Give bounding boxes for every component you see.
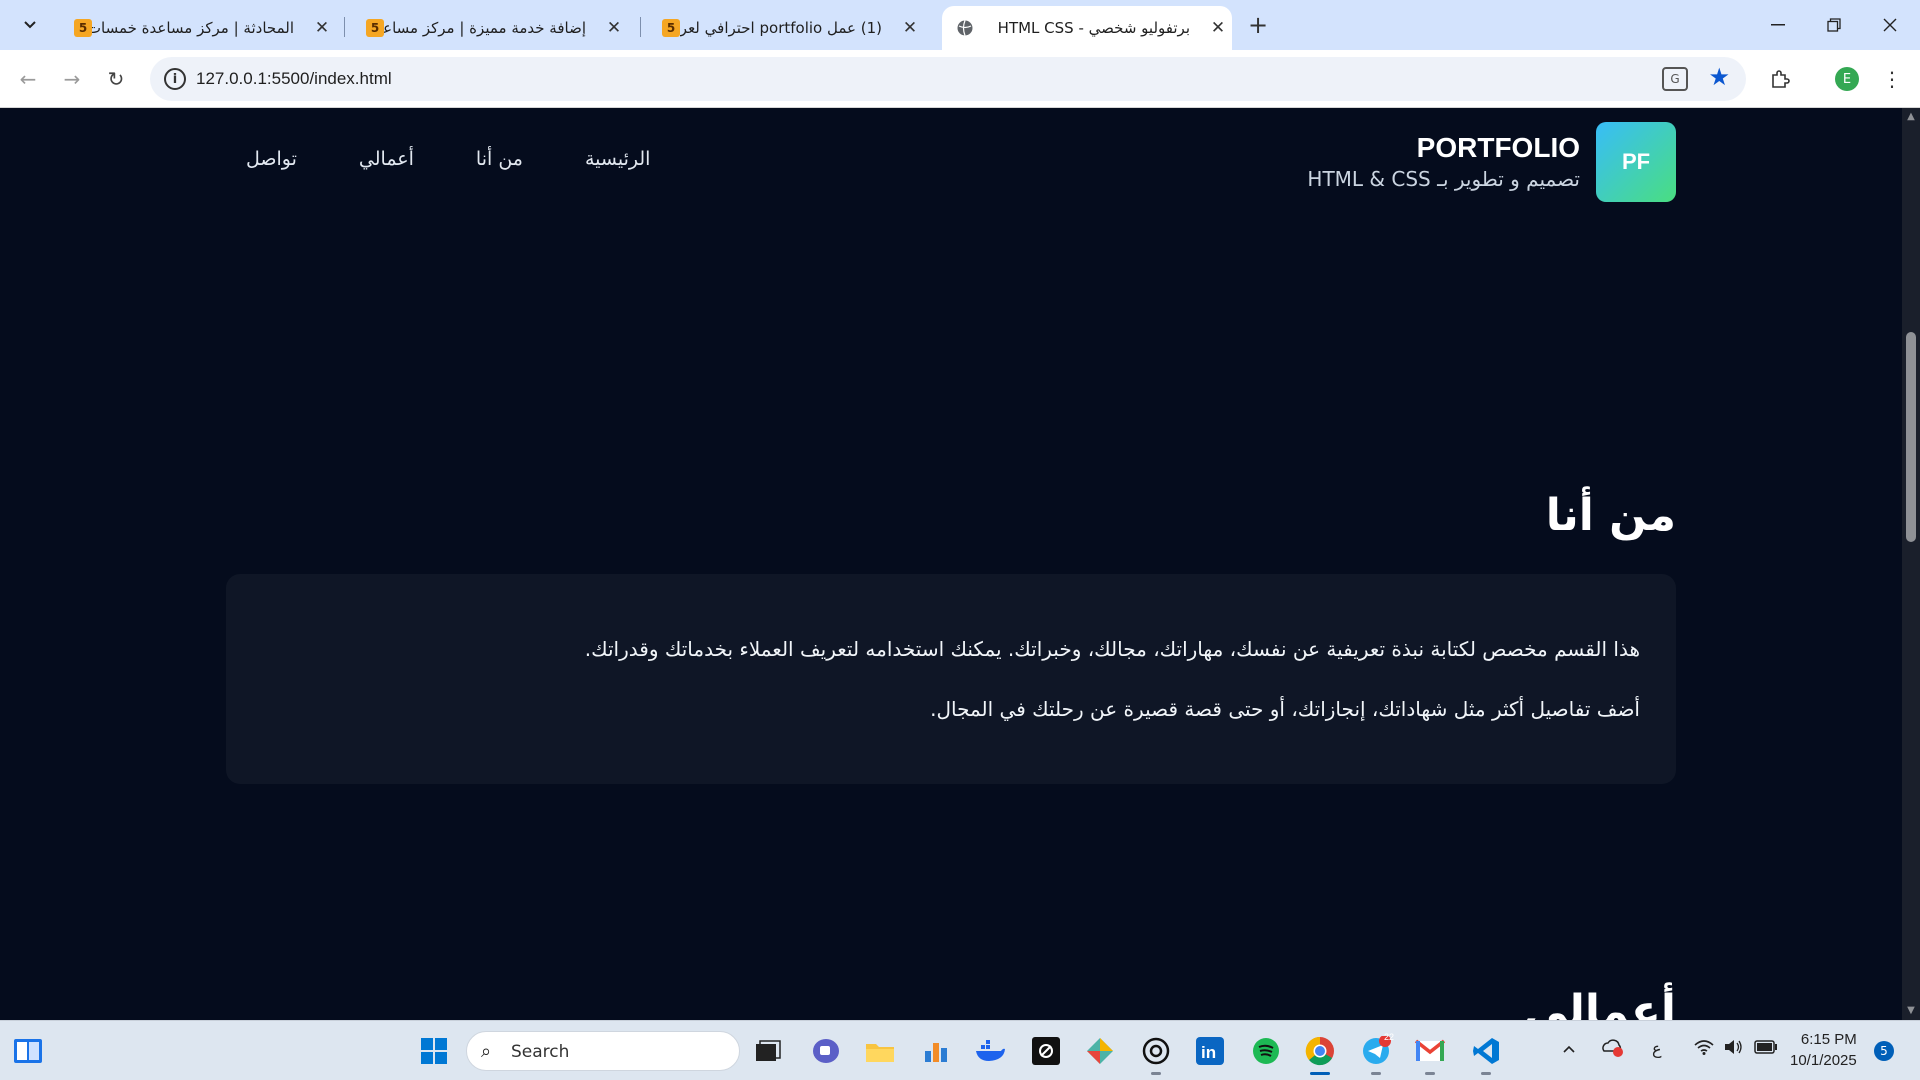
khamsat-favicon-icon: 5 <box>366 19 384 37</box>
about-paragraph-1: هذا القسم مخصص لكتابة نبذة تعريفية عن نف… <box>584 637 1640 661</box>
running-indicator <box>1425 1072 1435 1075</box>
browser-tab-strip: 5 المحادثة | مركز مساعدة خمسات ✕ 5 إضافة… <box>0 0 1920 50</box>
telegram-badge: 22 <box>1384 1032 1395 1042</box>
new-tab-plus-icon[interactable]: + <box>1240 10 1276 40</box>
search-label: Search <box>511 1042 570 1062</box>
taskbar: ⌕ Search in 22 ع 6:15 PM 10/1/2025 5 <box>0 1020 1920 1080</box>
works-section-title: أعمالي <box>1523 986 1676 1020</box>
tab-portfolio-active[interactable]: برتفوليو شخصي - HTML CSS ✕ <box>942 6 1232 50</box>
tab-separator <box>344 17 345 37</box>
clock-date: 10/1/2025 <box>1790 1052 1857 1069</box>
brand-text: PORTFOLIO تصميم و تطوير بـ HTML & CSS <box>1307 131 1580 193</box>
khamsat-favicon-icon: 5 <box>74 19 92 37</box>
tab-search-chevron-icon[interactable] <box>12 10 48 40</box>
tab-close-icon[interactable]: ✕ <box>308 18 336 38</box>
brand-tagline: تصميم و تطوير بـ HTML & CSS <box>1307 167 1580 191</box>
language-indicator[interactable]: ع <box>1652 1039 1662 1058</box>
system-clock[interactable]: 6:15 PM 10/1/2025 <box>1790 1029 1857 1071</box>
windows-start-icon[interactable] <box>414 1031 454 1071</box>
menu-kebab-icon[interactable]: ⋮ <box>1874 61 1910 97</box>
terminal-app-icon[interactable] <box>1026 1031 1066 1071</box>
battery-icon[interactable] <box>1754 1039 1778 1058</box>
spotify-icon[interactable] <box>1246 1031 1286 1071</box>
nav-link-about[interactable]: من أنا <box>476 148 523 170</box>
tab-separator <box>640 17 641 37</box>
gmail-icon[interactable] <box>1410 1031 1450 1075</box>
page-scrollbar[interactable]: ▲ ▼ <box>1902 108 1920 1020</box>
linkedin-icon[interactable]: in <box>1190 1031 1230 1071</box>
volume-icon[interactable] <box>1724 1039 1744 1059</box>
scroll-thumb[interactable] <box>1906 332 1916 542</box>
svg-text:in: in <box>1201 1043 1216 1062</box>
scroll-up-icon[interactable]: ▲ <box>1905 112 1917 122</box>
tab-khamsat-chat[interactable]: 5 المحادثة | مركز مساعدة خمسات ✕ <box>60 6 336 50</box>
taskbar-search[interactable]: ⌕ Search <box>466 1031 740 1071</box>
khamsat-favicon-icon: 5 <box>662 19 680 37</box>
translate-icon[interactable]: G <box>1662 67 1688 91</box>
about-card: هذا القسم مخصص لكتابة نبذة تعريفية عن نف… <box>226 574 1676 784</box>
running-indicator <box>1151 1072 1161 1075</box>
forward-arrow-icon[interactable]: → <box>54 61 90 97</box>
git-diamond-icon[interactable] <box>1080 1031 1120 1071</box>
browser-toolbar: ← → ↻ i 127.0.0.1:5500/index.html G ★ ⋮ <box>0 50 1920 108</box>
site-nav: الرئيسية من أنا أعمالي تواصل <box>246 148 650 170</box>
restore-icon[interactable] <box>1806 0 1862 50</box>
nav-link-contact[interactable]: تواصل <box>246 148 297 170</box>
back-arrow-icon[interactable]: ← <box>10 61 46 97</box>
wifi-icon[interactable] <box>1694 1039 1714 1059</box>
onedrive-error-icon[interactable] <box>1600 1037 1624 1061</box>
tab-khamsat-portfolio[interactable]: 5 (1) عمل portfolio احترافي لعرض ✕ <box>648 6 924 50</box>
globe-icon <box>956 19 974 37</box>
tab-close-icon[interactable]: ✕ <box>1204 18 1232 38</box>
running-indicator <box>1371 1072 1381 1075</box>
extensions-puzzle-icon[interactable] <box>1762 61 1798 97</box>
site-logo[interactable]: PF <box>1596 122 1676 202</box>
telegram-icon[interactable]: 22 <box>1356 1031 1396 1075</box>
reload-icon[interactable]: ↻ <box>98 61 134 97</box>
address-bar[interactable]: i 127.0.0.1:5500/index.html G ★ <box>150 57 1746 101</box>
bookmark-star-icon[interactable]: ★ <box>1708 63 1730 91</box>
search-icon: ⌕ <box>481 1041 492 1062</box>
about-section-title: من أنا <box>1545 490 1676 541</box>
minimize-icon[interactable] <box>1750 0 1806 50</box>
tab-title: المحادثة | مركز مساعدة خمسات <box>92 19 294 37</box>
profile-avatar[interactable]: E <box>1835 67 1859 91</box>
clock-time: 6:15 PM <box>1800 1031 1857 1048</box>
tab-khamsat-add-service[interactable]: 5 إضافة خدمة مميزة | مركز مساعدة ✕ <box>352 6 628 50</box>
brand-name: PORTFOLIO <box>1416 132 1580 163</box>
tab-close-icon[interactable]: ✕ <box>600 18 628 38</box>
nav-link-works[interactable]: أعمالي <box>359 148 414 170</box>
chatgpt-icon[interactable] <box>1136 1031 1176 1075</box>
notification-count-badge[interactable]: 5 <box>1874 1041 1894 1061</box>
vscode-icon[interactable] <box>1466 1031 1506 1075</box>
teams-chat-icon[interactable] <box>806 1031 846 1071</box>
url-text[interactable]: 127.0.0.1:5500/index.html <box>196 69 392 89</box>
nav-link-home[interactable]: الرئيسية <box>585 148 650 170</box>
running-indicator <box>1481 1072 1491 1075</box>
tab-title: إضافة خدمة مميزة | مركز مساعدة <box>384 19 586 37</box>
tab-close-icon[interactable]: ✕ <box>896 18 924 38</box>
file-explorer-icon[interactable] <box>860 1031 900 1071</box>
page-viewport: PF PORTFOLIO تصميم و تطوير بـ HTML & CSS… <box>0 108 1902 1020</box>
site-info-icon[interactable]: i <box>164 68 186 90</box>
active-indicator <box>1310 1072 1330 1075</box>
scroll-down-icon[interactable]: ▼ <box>1905 1006 1917 1016</box>
chrome-icon[interactable] <box>1300 1031 1340 1075</box>
docker-whale-icon[interactable] <box>970 1031 1010 1071</box>
task-view-icon[interactable] <box>748 1031 788 1071</box>
close-window-icon[interactable] <box>1862 0 1918 50</box>
tab-title: (1) عمل portfolio احترافي لعرض <box>680 19 882 37</box>
site-brand[interactable]: PF PORTFOLIO تصميم و تطوير بـ HTML & CSS <box>1307 122 1676 202</box>
about-paragraph-2: أضف تفاصيل أكثر مثل شهاداتك، إنجازاتك، أ… <box>930 697 1640 721</box>
widgets-icon[interactable] <box>8 1031 48 1071</box>
tab-title: برتفوليو شخصي - HTML CSS <box>997 19 1190 37</box>
tray-chevron-up-icon[interactable] <box>1562 1039 1576 1058</box>
bar-chart-app-icon[interactable] <box>916 1031 956 1071</box>
